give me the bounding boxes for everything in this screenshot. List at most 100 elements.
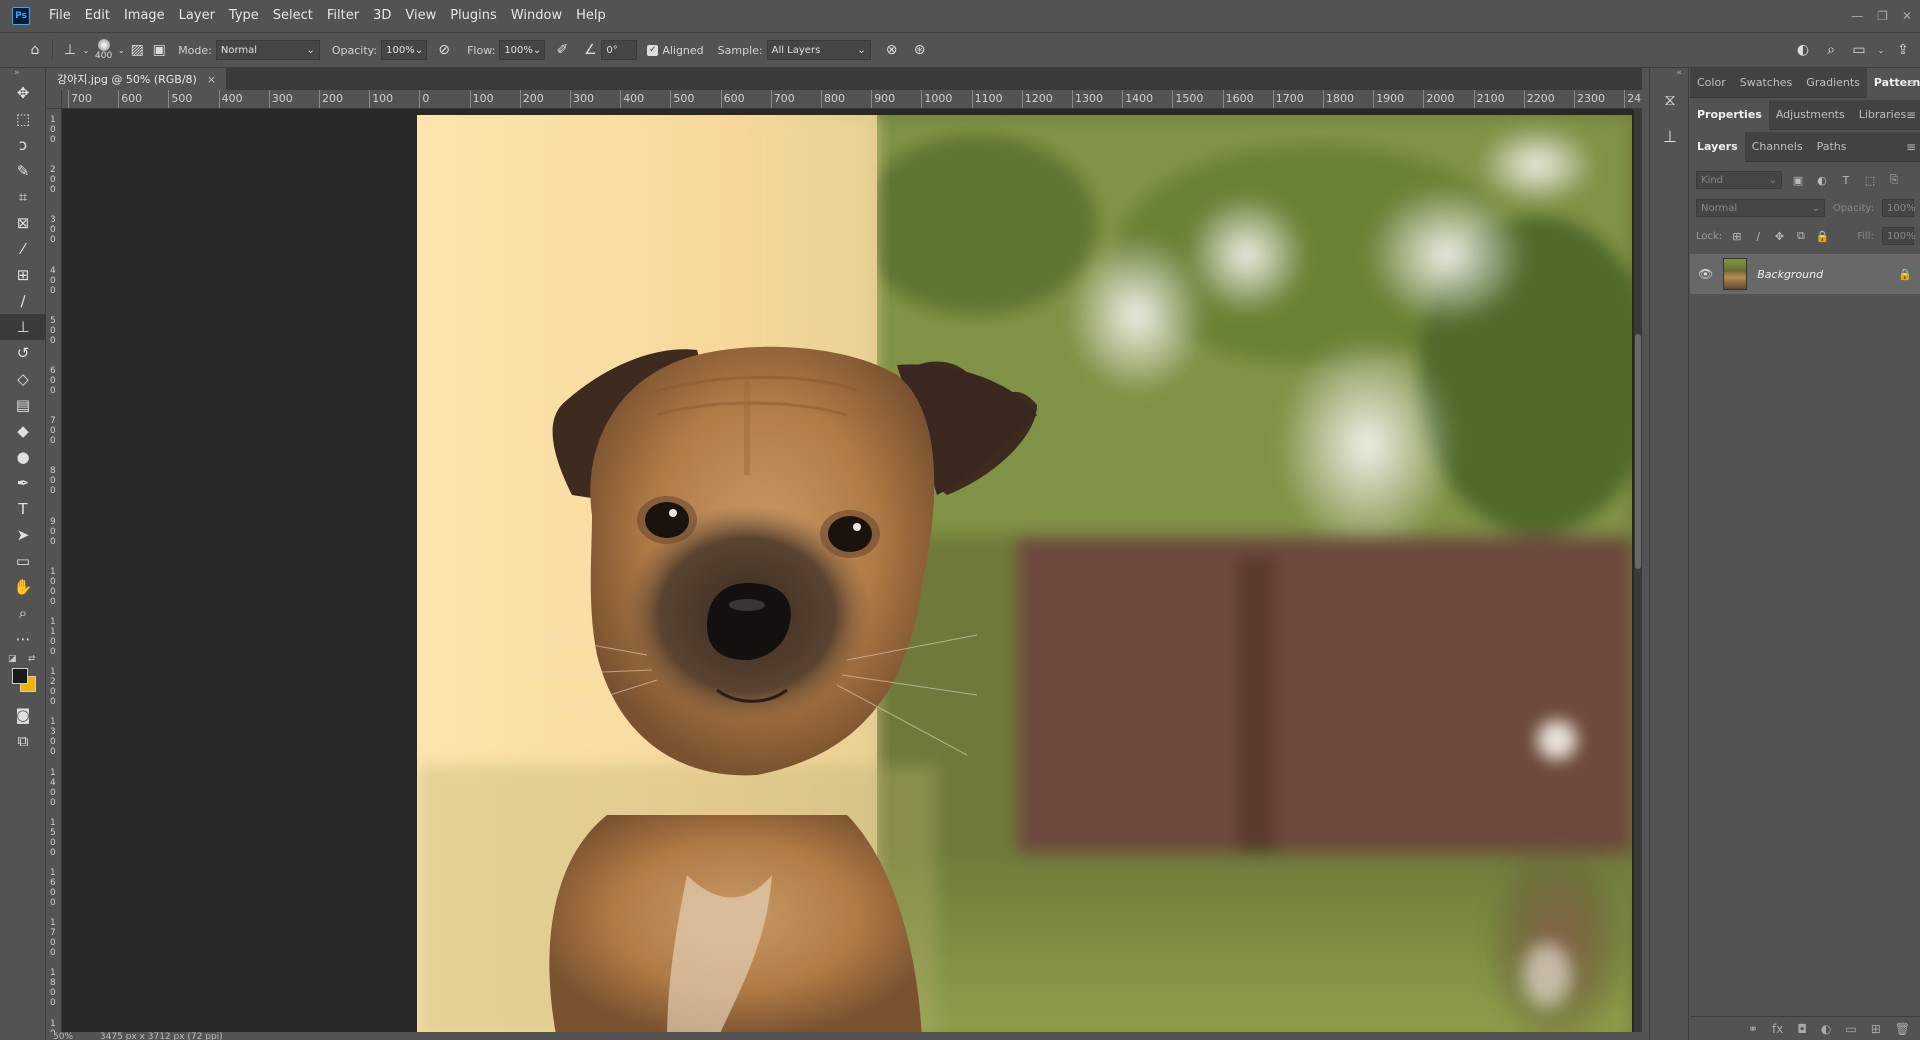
type-tool-icon[interactable]: T [0, 496, 46, 522]
tab-channels[interactable]: Channels [1745, 132, 1810, 162]
quick-mask-icon[interactable]: ◙ [0, 702, 46, 728]
panel-menu-icon[interactable]: ≡ [1906, 140, 1916, 154]
menu-view[interactable]: View [398, 0, 443, 32]
lock-position-icon[interactable]: ✥ [1773, 228, 1786, 244]
quick-selection-tool-icon[interactable]: ✎ [0, 158, 46, 184]
menu-plugins[interactable]: Plugins [443, 0, 504, 32]
menu-type[interactable]: Type [222, 0, 266, 32]
lock-artboard-icon[interactable]: ⧉ [1794, 228, 1807, 244]
lock-image-icon[interactable]: ∕ [1752, 228, 1765, 244]
collapse-dock-icon[interactable]: « [1650, 68, 1688, 82]
menu-layer[interactable]: Layer [172, 0, 222, 32]
brush-size-picker[interactable]: 400 [95, 39, 112, 61]
layer-kind-filter[interactable]: Kind ⌄ [1696, 171, 1782, 189]
sample-select[interactable]: All Layers ⌄ [766, 40, 871, 60]
share-icon[interactable]: ⇪ [1892, 39, 1914, 61]
clone-source-panel-icon[interactable]: ⊥ [1650, 118, 1690, 154]
menu-3d[interactable]: 3D [366, 0, 398, 32]
pixel-filter-icon[interactable]: ▣ [1790, 172, 1806, 188]
new-layer-icon[interactable]: ⊞ [1871, 1022, 1881, 1036]
new-group-icon[interactable]: ▭ [1845, 1022, 1856, 1036]
flow-input[interactable]: 100% ⌄ [499, 40, 546, 60]
layer-row[interactable]: 👁 Background 🔒 [1690, 254, 1920, 294]
hand-tool-icon[interactable]: ✋ [0, 574, 46, 600]
angle-input[interactable]: 0° [601, 40, 638, 60]
blend-mode-select[interactable]: Normal ⌄ [1696, 199, 1825, 217]
lock-transparent-icon[interactable]: ⊞ [1730, 228, 1743, 244]
history-icon[interactable]: ⧖ [1650, 82, 1690, 118]
shape-filter-icon[interactable]: ⬚ [1862, 172, 1878, 188]
marquee-tool-icon[interactable]: ⬚ [0, 106, 46, 132]
horizontal-ruler[interactable]: 700 600 500 400 300 200 100 0 100 200 300 400 500 600… [62, 90, 1642, 109]
menu-help[interactable]: Help [569, 0, 613, 32]
menu-image[interactable]: Image [117, 0, 172, 32]
eye-icon[interactable]: 👁 [1698, 267, 1713, 281]
document-tab[interactable]: 강아지.jpg @ 50% (RGB/8) × [47, 68, 227, 90]
chevron-down-icon[interactable]: ⌄ [116, 39, 126, 61]
menu-edit[interactable]: Edit [78, 0, 117, 32]
new-adjustment-layer-icon[interactable]: ◐ [1821, 1022, 1831, 1036]
menu-select[interactable]: Select [266, 0, 320, 32]
gradient-tool-icon[interactable]: ▤ [0, 392, 46, 418]
collapse-toolbar-icon[interactable]: » [0, 68, 45, 80]
layer-opacity-input[interactable]: 100% [1882, 199, 1916, 217]
path-selection-tool-icon[interactable]: ➤ [0, 522, 46, 548]
tab-gradients[interactable]: Gradients [1799, 68, 1867, 98]
pressure-opacity-icon[interactable]: ⊘ [433, 39, 455, 61]
more-tools-icon[interactable]: ⋯ [0, 626, 46, 652]
menu-window[interactable]: Window [504, 0, 569, 32]
panel-menu-icon[interactable]: ≡ [1906, 108, 1916, 122]
zoom-level[interactable]: 50% [53, 1032, 73, 1040]
move-tool-icon[interactable]: ✥ [0, 80, 46, 106]
frame-tool-icon[interactable]: ⊠ [0, 210, 46, 236]
tab-layers[interactable]: Layers [1690, 131, 1745, 162]
foreground-color-swatch[interactable] [12, 668, 28, 684]
clone-stamp-preset-icon[interactable]: ⊥ [59, 39, 81, 61]
brush-settings-icon[interactable]: ▨ [126, 39, 148, 61]
restore-icon[interactable]: ❐ [1877, 9, 1888, 23]
close-icon[interactable]: ✕ [1902, 9, 1912, 23]
opacity-input[interactable]: 100% ⌄ [381, 40, 428, 60]
brush-tool-icon[interactable]: ∕ [0, 288, 46, 314]
eraser-tool-icon[interactable]: ◇ [0, 366, 46, 392]
default-colors-icon[interactable]: ◪ [8, 654, 17, 664]
fx-icon[interactable]: fx [1772, 1022, 1783, 1036]
tab-libraries[interactable]: Libraries [1852, 100, 1914, 130]
pressure-size-icon[interactable]: ⊛ [909, 39, 931, 61]
vertical-ruler[interactable]: 100 200 300 400 500 600 700 800 900 1000 1100 1200 1… [47, 109, 62, 1040]
eyedropper-tool-icon[interactable]: ⁄ [0, 236, 46, 262]
crop-tool-icon[interactable]: ⌗ [0, 184, 46, 210]
airbrush-icon[interactable]: ✐ [551, 39, 573, 61]
zoom-tool-icon[interactable]: ⌕ [0, 600, 46, 626]
delete-layer-icon[interactable]: 🗑 [1895, 1022, 1910, 1036]
search-icon[interactable]: ⌕ [1820, 39, 1842, 61]
link-layers-icon[interactable]: ⚭ [1748, 1022, 1758, 1036]
ruler-origin[interactable] [47, 90, 62, 109]
smart-object-filter-icon[interactable]: ⎘ [1886, 172, 1902, 188]
tab-swatches[interactable]: Swatches [1733, 68, 1800, 98]
dodge-tool-icon[interactable]: ● [0, 444, 46, 470]
tab-color[interactable]: Color [1690, 68, 1733, 98]
close-tab-icon[interactable]: × [207, 73, 216, 86]
lock-all-icon[interactable]: 🔒 [1816, 228, 1830, 244]
minimize-icon[interactable]: — [1851, 9, 1863, 23]
layer-name[interactable]: Background [1757, 268, 1888, 281]
vertical-scrollbar[interactable] [1634, 109, 1642, 1040]
blur-tool-icon[interactable]: ◆ [0, 418, 46, 444]
chevron-down-icon[interactable]: ⌄ [81, 39, 91, 61]
panel-menu-icon[interactable]: ≡ [1906, 76, 1916, 90]
document-image[interactable] [417, 115, 1632, 1040]
tab-adjustments[interactable]: Adjustments [1769, 100, 1852, 130]
mode-select[interactable]: Normal ⌄ [215, 40, 320, 60]
aligned-checkbox[interactable]: ✓ Aligned [647, 44, 704, 57]
canvas-area[interactable] [62, 109, 1642, 1040]
tab-properties[interactable]: Properties [1690, 99, 1769, 130]
workspace-icon[interactable]: ▭ [1848, 39, 1870, 61]
chevron-down-icon[interactable]: ⌄ [1876, 39, 1886, 61]
pen-tool-icon[interactable]: ✒ [0, 470, 46, 496]
home-icon[interactable]: ⌂ [24, 39, 46, 61]
menu-file[interactable]: File [42, 0, 78, 32]
clone-stamp-tool-icon[interactable]: ⊥ [0, 314, 46, 340]
healing-brush-tool-icon[interactable]: ⊞ [0, 262, 46, 288]
adjustment-filter-icon[interactable]: ◐ [1814, 172, 1830, 188]
